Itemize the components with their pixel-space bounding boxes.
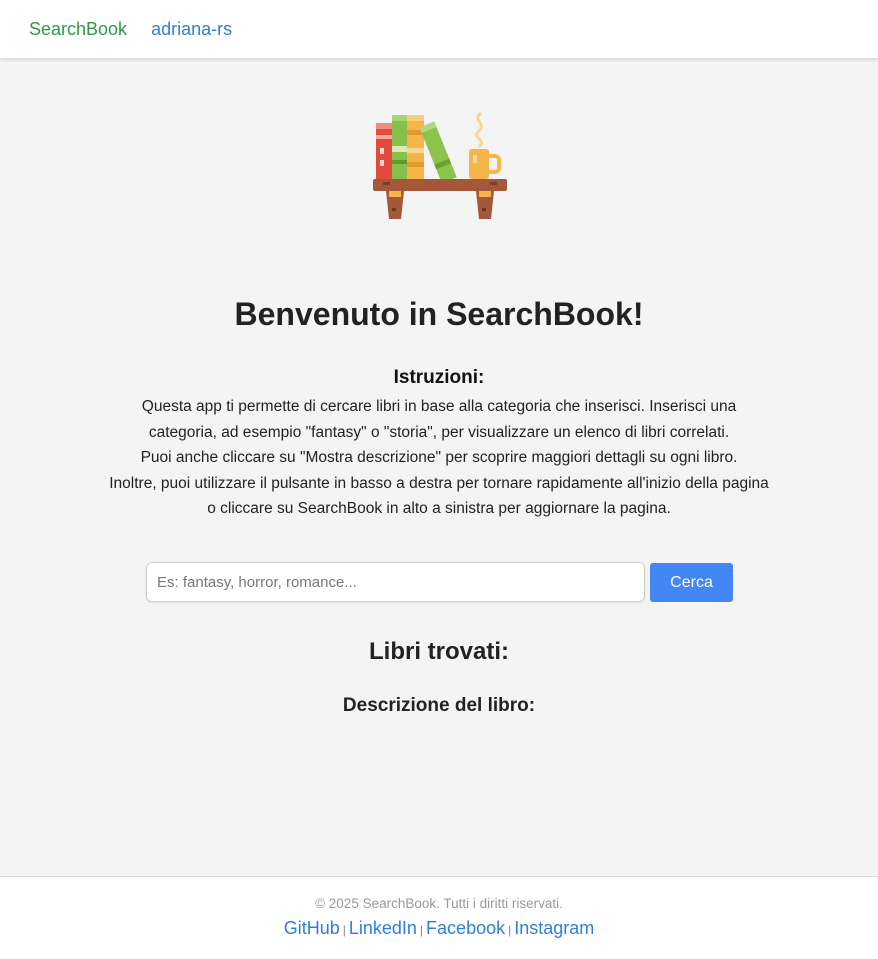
instructions-line: o cliccare su SearchBook in alto a sinis… bbox=[207, 500, 671, 517]
copyright-text: © 2025 SearchBook. Tutti i diritti riser… bbox=[315, 896, 563, 911]
instagram-link[interactable]: Instagram bbox=[514, 918, 594, 938]
link-separator: | bbox=[342, 923, 346, 937]
results-heading: Libri trovati: bbox=[368, 638, 509, 665]
instructions-line: Questa app ti permette di cercare libri … bbox=[141, 398, 737, 415]
instructions-line: Inoltre, puoi utilizzare il pulsante in … bbox=[109, 474, 769, 492]
brand-link[interactable]: SearchBook bbox=[29, 19, 127, 40]
social-links: GitHub | LinkedIn | Facebook | Instagram bbox=[0, 918, 878, 939]
instructions-line: Puoi anche cliccare su "Mostra descrizio… bbox=[140, 449, 738, 466]
instructions-heading: Istruzioni: bbox=[393, 367, 485, 388]
instructions-line: categoria, ad esempio "fantasy" o "stori… bbox=[148, 423, 730, 441]
instructions-text: Questa app ti permette di cercare libri … bbox=[100, 394, 778, 522]
bookshelf-icon bbox=[372, 112, 508, 222]
navbar: SearchBook adriana-rs bbox=[0, 0, 878, 59]
facebook-link[interactable]: Facebook bbox=[426, 918, 505, 938]
user-profile-link[interactable]: adriana-rs bbox=[151, 19, 232, 40]
github-link[interactable]: GitHub bbox=[284, 918, 340, 938]
footer: © 2025 SearchBook. Tutti i diritti riser… bbox=[0, 876, 878, 959]
linkedin-link[interactable]: LinkedIn bbox=[349, 918, 417, 938]
description-heading: Descrizione del libro: bbox=[342, 695, 536, 716]
page-title: Benvenuto in SearchBook! bbox=[234, 296, 644, 332]
link-separator: | bbox=[419, 923, 424, 937]
link-separator: | bbox=[508, 923, 512, 937]
category-search-input[interactable] bbox=[146, 562, 645, 602]
search-button[interactable]: Cerca bbox=[650, 563, 733, 602]
